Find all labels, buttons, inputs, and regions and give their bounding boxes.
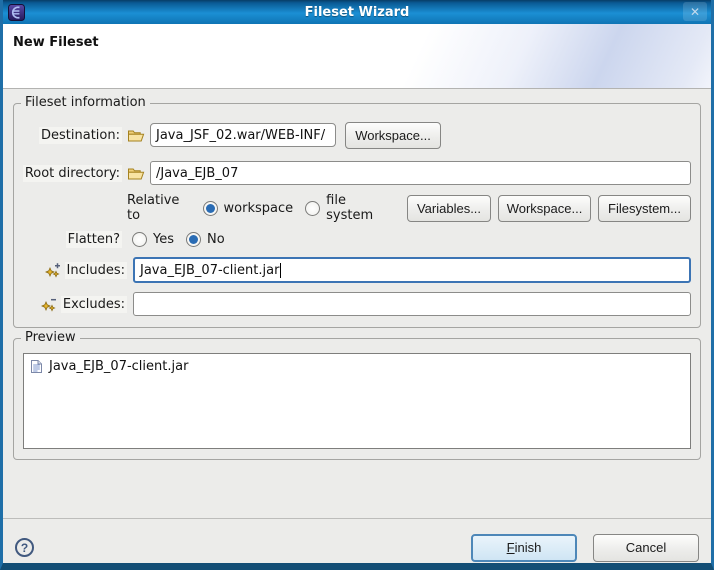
filesystem-button[interactable]: Filesystem... (598, 195, 691, 222)
flatten-no-radio[interactable] (186, 232, 201, 247)
includes-row: Includes: Java_EJB_07-client.jar (26, 256, 691, 284)
root-directory-input[interactable]: /Java_EJB_07 (150, 161, 691, 185)
relative-workspace-label[interactable]: workspace (224, 201, 294, 216)
relative-to-label: Relative to (127, 193, 195, 223)
workspace-button[interactable]: Workspace... (498, 195, 591, 222)
help-button[interactable]: ? (15, 538, 34, 557)
fileset-wizard-dialog: Fileset Wizard ✕ New Fileset Fileset inf… (0, 0, 714, 570)
text-caret (280, 263, 281, 278)
destination-label: Destination: (39, 127, 122, 144)
destination-input[interactable]: Java_JSF_02.war/WEB-INF/ (150, 123, 336, 147)
eclipse-logo-icon (8, 4, 25, 21)
flatten-no-label[interactable]: No (207, 232, 225, 247)
fileset-information-group: Fileset information Destination: Java_JS… (13, 103, 701, 328)
excludes-input[interactable] (133, 292, 691, 316)
preview-list[interactable]: Java_EJB_07-client.jar (23, 353, 691, 449)
excludes-row: Excludes: (26, 291, 691, 317)
relative-to-row: Relative to workspace file system Variab… (26, 193, 691, 223)
flatten-yes-label[interactable]: Yes (153, 232, 174, 247)
relative-filesystem-label[interactable]: file system (326, 193, 395, 223)
pattern-exclude-icon (41, 296, 57, 312)
folder-open-icon (127, 166, 145, 181)
preview-group-label: Preview (21, 330, 80, 345)
flatten-row: Flatten? Yes No (26, 228, 691, 250)
cancel-button[interactable]: Cancel (593, 534, 699, 562)
titlebar[interactable]: Fileset Wizard ✕ (3, 0, 711, 24)
button-bar: ? Finish Cancel (3, 519, 711, 570)
finish-button[interactable]: Finish (471, 534, 577, 562)
includes-label: Includes: (65, 262, 127, 279)
folder-open-icon (127, 128, 145, 143)
destination-row: Destination: Java_JSF_02.war/WEB-INF/ Wo… (26, 118, 691, 152)
relative-filesystem-radio[interactable] (305, 201, 320, 216)
destination-workspace-button[interactable]: Workspace... (345, 122, 441, 149)
flatten-label: Flatten? (66, 231, 122, 248)
close-icon: ✕ (690, 5, 700, 19)
excludes-label: Excludes: (61, 296, 127, 313)
fileset-information-group-label: Fileset information (21, 95, 150, 110)
root-directory-row: Root directory: /Java_EJB_07 (26, 160, 691, 186)
page-title: New Fileset (13, 35, 99, 50)
spacer (13, 460, 701, 518)
flatten-yes-radio[interactable] (132, 232, 147, 247)
pattern-include-icon (45, 262, 61, 278)
file-document-icon (30, 359, 43, 374)
dialog-body: Fileset information Destination: Java_JS… (3, 103, 711, 518)
variables-button[interactable]: Variables... (407, 195, 491, 222)
preview-item-name: Java_EJB_07-client.jar (49, 359, 188, 374)
root-directory-label: Root directory: (23, 165, 122, 182)
wizard-banner: New Fileset (3, 24, 711, 89)
window-title: Fileset Wizard (3, 5, 711, 20)
close-button[interactable]: ✕ (683, 2, 707, 21)
preview-group: Preview Java_EJB_07-client.jar (13, 338, 701, 460)
includes-input[interactable]: Java_EJB_07-client.jar (133, 257, 691, 283)
relative-workspace-radio[interactable] (203, 201, 218, 216)
list-item[interactable]: Java_EJB_07-client.jar (24, 354, 690, 379)
help-icon: ? (21, 541, 28, 555)
